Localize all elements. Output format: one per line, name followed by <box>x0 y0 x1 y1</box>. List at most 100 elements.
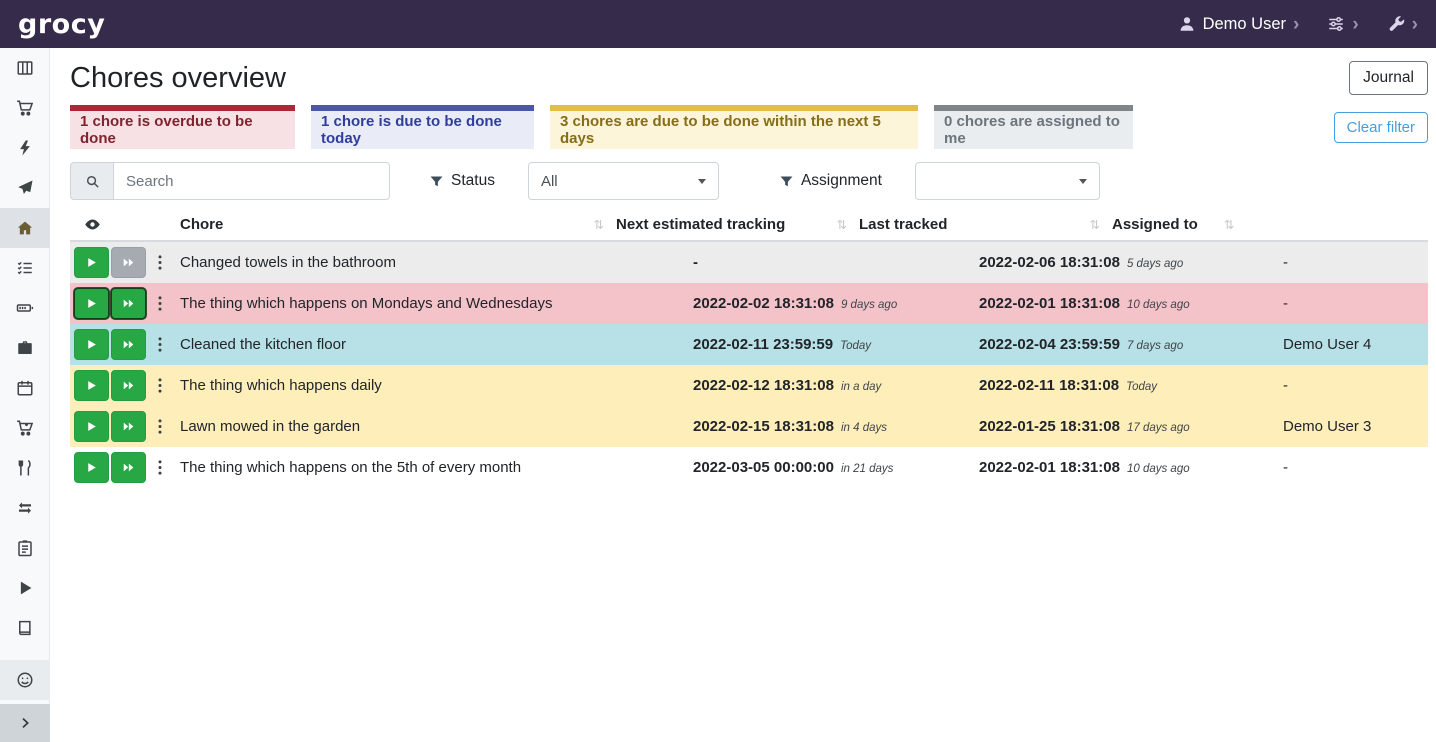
status-banner[interactable]: 1 chore is due to be done today <box>311 105 534 149</box>
track-chore-execution-button[interactable] <box>74 411 109 442</box>
search-icon <box>70 162 113 200</box>
settings-menu[interactable]: › <box>1327 15 1358 34</box>
fast-forward-icon <box>122 379 135 392</box>
clipboard-list-icon <box>16 539 34 557</box>
assignment-filter-select[interactable] <box>915 162 1100 200</box>
admin-tools-menu[interactable]: › <box>1387 15 1418 34</box>
sidebar-item-transfer[interactable] <box>0 488 50 528</box>
sidebar-item-batteries-overview[interactable] <box>0 288 50 328</box>
eye-icon <box>84 216 101 233</box>
next-tracking-relative: Today <box>840 340 871 352</box>
table-row: The thing which happens on Mondays and W… <box>70 283 1428 324</box>
filter-icon <box>429 174 444 189</box>
search-input[interactable] <box>113 162 390 200</box>
sidebar-item-battery-tracking[interactable] <box>0 608 50 648</box>
row-actions <box>70 370 180 401</box>
sidebar-item-inventory[interactable] <box>0 528 50 568</box>
table-header: Chore⇅ Next estimated tracking⇅ Last tra… <box>70 208 1428 242</box>
sidebar-expand-toggle[interactable] <box>0 704 50 742</box>
track-chore-execution-button[interactable] <box>74 329 109 360</box>
last-tracked-cell: 2022-02-01 18:31:0810 days ago <box>979 295 1283 312</box>
status-banner[interactable]: 3 chores are due to be done within the n… <box>550 105 918 149</box>
table-row: The thing which happens on the 5th of ev… <box>70 447 1428 488</box>
chores-table: Chore⇅ Next estimated tracking⇅ Last tra… <box>70 208 1428 488</box>
sidebar-item-chores-overview[interactable] <box>0 208 50 248</box>
column-header-next-tracking[interactable]: Next estimated tracking⇅ <box>616 216 859 233</box>
track-chore-execution-button[interactable] <box>74 452 109 483</box>
cart-icon <box>16 99 34 117</box>
row-context-menu-button[interactable] <box>148 370 172 401</box>
last-tracked-relative: 10 days ago <box>1127 463 1190 475</box>
skip-chore-schedule-button[interactable] <box>111 370 146 401</box>
journal-button[interactable]: Journal <box>1349 61 1428 95</box>
next-tracking-cell: 2022-03-05 00:00:00in 21 days <box>693 459 979 476</box>
sidebar-item-stock-overview[interactable] <box>0 48 50 88</box>
skip-chore-schedule-button[interactable] <box>111 247 146 278</box>
sidebar-item-recipes[interactable] <box>0 128 50 168</box>
fast-forward-icon <box>122 297 135 310</box>
assigned-to-cell: - <box>1283 459 1428 476</box>
battery-icon <box>16 299 34 317</box>
columns-icon <box>16 59 34 77</box>
track-chore-execution-button[interactable] <box>74 247 109 278</box>
skip-chore-schedule-button[interactable] <box>111 329 146 360</box>
page-title: Chores overview <box>70 62 286 95</box>
status-filter-select[interactable]: All <box>528 162 719 200</box>
skip-chore-schedule-button[interactable] <box>111 452 146 483</box>
vertical-ellipsis-icon <box>157 336 163 353</box>
assigned-to-cell: Demo User 3 <box>1283 418 1428 435</box>
skip-chore-schedule-button[interactable] <box>111 288 146 319</box>
row-context-menu-button[interactable] <box>148 329 172 360</box>
column-header-last-tracked[interactable]: Last tracked⇅ <box>859 216 1112 233</box>
next-tracking-time: 2022-02-15 18:31:08 <box>693 418 834 435</box>
user-icon <box>1178 15 1196 33</box>
sidebar-item-user-menu[interactable] <box>0 660 50 700</box>
sidebar-item-equipment[interactable] <box>0 328 50 368</box>
sidebar-item-calendar[interactable] <box>0 368 50 408</box>
sort-icon: ⇅ <box>594 217 604 232</box>
chevron-right-icon: › <box>1352 15 1358 34</box>
row-context-menu-button[interactable] <box>148 247 172 278</box>
last-tracked-time: 2022-02-01 18:31:08 <box>979 459 1120 476</box>
row-context-menu-button[interactable] <box>148 288 172 319</box>
table-row: The thing which happens daily 2022-02-12… <box>70 365 1428 406</box>
sidebar-item-chore-tracking[interactable] <box>0 568 50 608</box>
user-menu[interactable]: Demo User › <box>1178 15 1300 34</box>
status-banner[interactable]: 1 chore is overdue to be done <box>70 105 295 149</box>
last-tracked-time: 2022-02-11 18:31:08 <box>979 377 1119 394</box>
row-actions <box>70 411 180 442</box>
next-tracking-cell: 2022-02-15 18:31:08in 4 days <box>693 418 979 435</box>
clear-filter-button[interactable]: Clear filter <box>1334 112 1428 143</box>
last-tracked-relative: 5 days ago <box>1127 258 1183 270</box>
column-header-assigned-to[interactable]: Assigned to⇅ <box>1112 216 1428 233</box>
chore-name: The thing which happens daily <box>180 377 693 394</box>
sidebar-item-purchase[interactable] <box>0 408 50 448</box>
banner-text: 3 chores are due to be done within the n… <box>560 113 908 147</box>
sidebar-item-consume[interactable] <box>0 448 50 488</box>
grocy-logo[interactable]: grocy <box>18 9 105 40</box>
skip-chore-schedule-button[interactable] <box>111 411 146 442</box>
row-context-menu-button[interactable] <box>148 411 172 442</box>
track-chore-execution-button[interactable] <box>74 288 109 319</box>
banner-text: 1 chore is due to be done today <box>321 113 524 147</box>
row-context-menu-button[interactable] <box>148 452 172 483</box>
user-name: Demo User <box>1203 15 1286 34</box>
sidebar-item-tasks[interactable] <box>0 248 50 288</box>
track-chore-execution-button[interactable] <box>74 370 109 401</box>
last-tracked-time: 2022-02-04 23:59:59 <box>979 336 1120 353</box>
sidebar-item-shopping-list[interactable] <box>0 88 50 128</box>
utensils-icon <box>16 459 34 477</box>
status-banner[interactable]: 0 chores are assigned to me <box>934 105 1133 149</box>
chore-name: Changed towels in the bathroom <box>180 254 693 271</box>
column-header-chore[interactable]: Chore⇅ <box>180 216 616 233</box>
house-icon <box>16 219 34 237</box>
play-icon <box>85 420 98 433</box>
last-tracked-cell: 2022-02-06 18:31:085 days ago <box>979 254 1283 271</box>
next-tracking-time: 2022-02-11 23:59:59 <box>693 336 833 353</box>
sidebar-item-meal-plan[interactable] <box>0 168 50 208</box>
chevron-right-icon: › <box>1293 15 1299 34</box>
status-filter-label: Status <box>429 172 495 190</box>
next-tracking-time: - <box>693 254 698 271</box>
visibility-column-header <box>70 216 180 233</box>
assignment-filter-label: Assignment <box>779 172 882 190</box>
